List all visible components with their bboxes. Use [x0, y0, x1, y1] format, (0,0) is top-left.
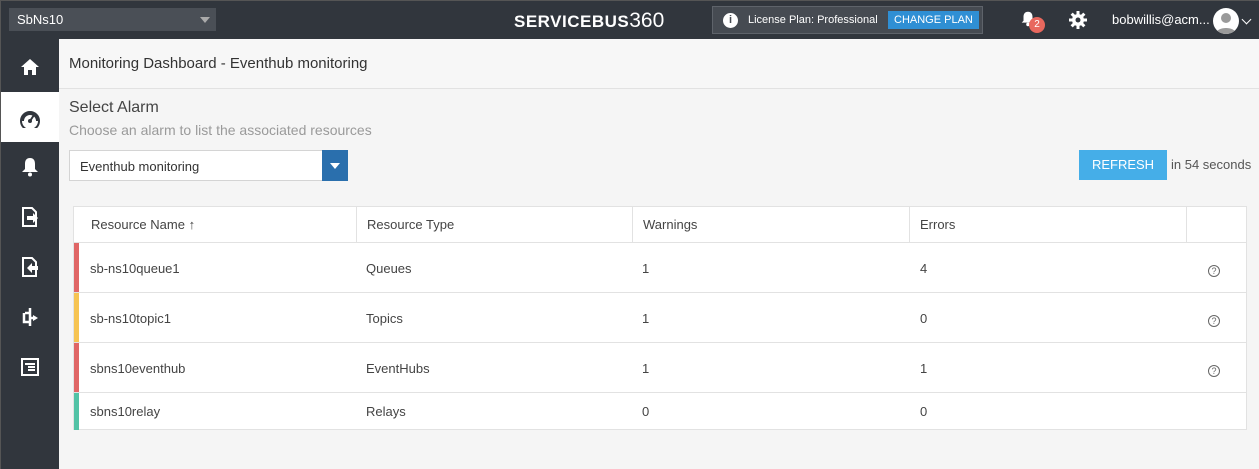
- page-title: Monitoring Dashboard - Eventhub monitori…: [69, 55, 368, 72]
- resource-name: sbns10eventhub: [90, 361, 186, 376]
- column-header-warnings[interactable]: Warnings: [633, 207, 910, 243]
- top-bar: SbNs10 SERVICEBUS360 i License Plan: Pro…: [1, 1, 1259, 39]
- brand-number: 360: [629, 9, 665, 32]
- resources-table: Resource Name ↑ Resource Type Warnings E…: [73, 206, 1247, 430]
- dropdown-caret-icon[interactable]: [322, 150, 348, 181]
- namespace-value: SbNs10: [17, 12, 64, 27]
- document-export-icon: [22, 207, 38, 227]
- settings-gear-icon[interactable]: [1068, 10, 1088, 30]
- select-alarm-subtitle: Choose an alarm to list the associated r…: [69, 122, 372, 138]
- chevron-down-icon[interactable]: [1241, 14, 1252, 25]
- info-icon: i: [723, 13, 738, 28]
- resource-type: Topics: [366, 311, 403, 326]
- namespace-select[interactable]: SbNs10: [9, 8, 216, 31]
- page-header: Monitoring Dashboard - Eventhub monitori…: [59, 39, 1259, 89]
- sidebar-item-import[interactable]: [1, 242, 59, 292]
- table-row[interactable]: sb-ns10queue1 Queues 1 4 ?: [74, 243, 1246, 293]
- sidebar-item-home[interactable]: [1, 42, 59, 92]
- user-avatar-icon[interactable]: [1213, 8, 1239, 34]
- home-icon: [21, 59, 39, 75]
- sort-arrow-icon: ↑: [188, 217, 196, 232]
- brand-logo: SERVICEBUS360: [514, 9, 664, 33]
- column-header-resource-type[interactable]: Resource Type: [357, 207, 633, 243]
- sidebar-item-dashboard[interactable]: [1, 92, 59, 142]
- status-bar: [74, 393, 79, 430]
- topology-icon: [22, 308, 38, 326]
- dashboard-icon: [20, 111, 40, 128]
- sidebar-item-export[interactable]: [1, 192, 59, 242]
- resource-type: Relays: [366, 404, 406, 419]
- user-email[interactable]: bobwillis@acm...: [1112, 12, 1210, 27]
- table-row[interactable]: sb-ns10topic1 Topics 1 0 ?: [74, 293, 1246, 343]
- main-content: Monitoring Dashboard - Eventhub monitori…: [59, 39, 1259, 469]
- caret-down-icon: [200, 17, 210, 23]
- refresh-button[interactable]: REFRESH: [1079, 150, 1167, 180]
- resource-type: Queues: [366, 261, 412, 276]
- resource-name: sbns10relay: [90, 404, 161, 419]
- alarm-select[interactable]: Eventhub monitoring: [69, 150, 348, 181]
- resource-type: EventHubs: [366, 361, 430, 376]
- refresh-countdown: in 54 seconds: [1171, 157, 1252, 172]
- help-icon[interactable]: ?: [1208, 365, 1220, 377]
- sidebar-item-list[interactable]: [1, 342, 59, 392]
- help-icon[interactable]: ?: [1208, 315, 1220, 327]
- bell-icon: [22, 158, 38, 177]
- document-import-icon: [22, 257, 38, 277]
- sidebar-item-topology[interactable]: [1, 292, 59, 342]
- column-header-label: Resource Name: [91, 217, 185, 232]
- warnings-count: 1: [642, 261, 650, 276]
- column-header-errors[interactable]: Errors: [910, 207, 1187, 243]
- brand-text: SERVICEBUS: [514, 12, 630, 31]
- list-tree-icon: [21, 358, 39, 376]
- status-bar: [74, 243, 79, 292]
- license-plan-box: i License Plan: Professional CHANGE PLAN: [712, 6, 983, 34]
- help-icon[interactable]: ?: [1208, 265, 1220, 277]
- errors-count: 4: [920, 261, 928, 276]
- sidebar: [1, 39, 59, 469]
- sidebar-item-alerts[interactable]: [1, 142, 59, 192]
- status-bar: [74, 343, 79, 392]
- resource-name: sb-ns10topic1: [90, 311, 171, 326]
- table-row[interactable]: sbns10eventhub EventHubs 1 1 ?: [74, 343, 1246, 393]
- notification-badge: 2: [1029, 17, 1045, 33]
- errors-count: 0: [920, 404, 928, 419]
- status-bar: [74, 293, 79, 342]
- license-plan-label: License Plan: Professional: [748, 14, 878, 26]
- change-plan-button[interactable]: CHANGE PLAN: [888, 11, 979, 29]
- table-row[interactable]: sbns10relay Relays 0 0: [74, 393, 1246, 430]
- errors-count: 0: [920, 311, 928, 326]
- warnings-count: 1: [642, 361, 650, 376]
- warnings-count: 1: [642, 311, 650, 326]
- table-header: Resource Name ↑ Resource Type Warnings E…: [74, 207, 1246, 243]
- column-header-resource-name[interactable]: Resource Name ↑: [81, 207, 357, 243]
- warnings-count: 0: [642, 404, 650, 419]
- select-alarm-heading: Select Alarm: [69, 99, 159, 116]
- resource-name: sb-ns10queue1: [90, 261, 180, 276]
- errors-count: 1: [920, 361, 928, 376]
- alarm-select-value: Eventhub monitoring: [80, 159, 200, 174]
